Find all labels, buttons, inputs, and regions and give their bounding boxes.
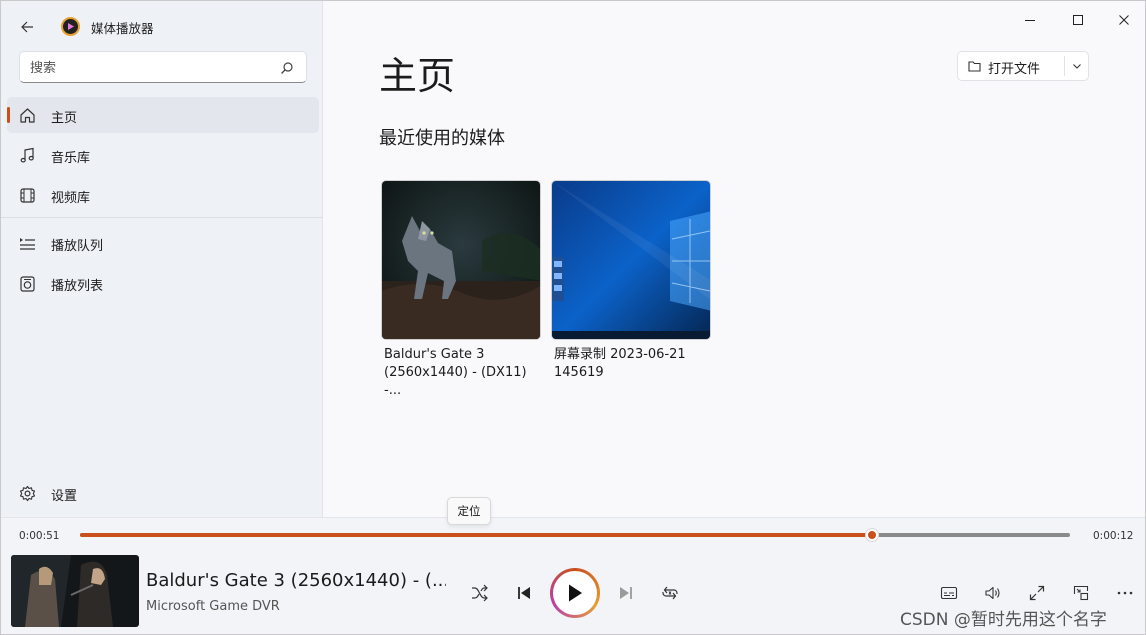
shuffle-icon xyxy=(472,584,488,602)
sidebar-item-label: 音乐库 xyxy=(51,151,91,166)
sidebar-item-playlists[interactable]: 播放列表 xyxy=(7,265,319,301)
open-file-label: 打开文件 xyxy=(988,62,1041,77)
open-file-button[interactable]: 打开文件 xyxy=(958,52,1064,80)
shuffle-button[interactable] xyxy=(463,576,497,610)
film-icon xyxy=(20,188,35,203)
gear-icon xyxy=(19,485,36,502)
section-title-recent-media: 最近使用的媒体 xyxy=(379,128,505,149)
maximize-icon xyxy=(1073,15,1083,25)
page-title: 主页 xyxy=(379,54,456,98)
media-title-line: 屏幕录制 2023-06-21 xyxy=(554,347,686,362)
recent-media-card[interactable]: Baldur's Gate 3 (2560x1440) - (DX11) -..… xyxy=(381,180,541,400)
media-title: 屏幕录制 2023-06-21 145619 xyxy=(554,346,712,382)
seek-tooltip: 定位 xyxy=(447,497,491,525)
media-title-line: Baldur's Gate 3 xyxy=(384,347,485,362)
elapsed-time: 0:00:51 xyxy=(19,530,60,542)
sidebar-item-play-queue[interactable]: 播放队列 xyxy=(7,225,319,261)
home-icon xyxy=(20,108,35,123)
playlist-icon xyxy=(20,276,35,292)
back-arrow-icon xyxy=(21,21,33,33)
media-title-line: 145619 xyxy=(554,365,604,380)
seek-slider-thumb[interactable] xyxy=(865,528,879,542)
main-content: 主页 打开文件 最近使用的媒体 Baldur's Gate 3 (2560x14… xyxy=(323,1,1145,517)
sidebar-item-label: 播放队列 xyxy=(51,239,104,254)
minimize-button[interactable] xyxy=(1007,7,1053,33)
search-input[interactable] xyxy=(30,58,270,78)
now-playing-subtitle: Microsoft Game DVR xyxy=(146,599,280,614)
seek-slider-progress xyxy=(80,533,872,537)
sidebar-divider xyxy=(1,217,323,218)
now-playing-title: Baldur's Gate 3 (2560x1440) - (... xyxy=(146,570,446,591)
search-box xyxy=(19,51,307,83)
maximize-button[interactable] xyxy=(1055,7,1101,33)
more-icon xyxy=(1117,591,1133,595)
app-logo-icon xyxy=(61,17,80,36)
play-icon xyxy=(569,584,582,602)
music-note-icon xyxy=(20,147,34,163)
sidebar-item-label: 播放列表 xyxy=(51,279,104,294)
now-playing-thumbnail[interactable] xyxy=(11,555,139,627)
next-button[interactable] xyxy=(609,576,643,610)
repeat-icon xyxy=(662,586,678,600)
captions-icon xyxy=(940,586,958,600)
watermark-text: CSDN @暂时先用这个名字 xyxy=(900,610,1107,630)
sidebar: 媒体播放器 主页 音乐库 xyxy=(1,1,323,517)
close-icon xyxy=(1119,15,1129,25)
previous-button[interactable] xyxy=(507,576,541,610)
active-indicator xyxy=(7,107,10,123)
remaining-time: 0:00:12 xyxy=(1093,530,1134,542)
open-file-split-button: 打开文件 xyxy=(957,51,1089,81)
more-options-button[interactable] xyxy=(1108,576,1142,610)
volume-icon xyxy=(985,586,1000,600)
close-button[interactable] xyxy=(1101,7,1145,33)
media-title: Baldur's Gate 3 (2560x1440) - (DX11) -..… xyxy=(384,346,542,400)
media-thumbnail xyxy=(551,180,711,340)
back-button[interactable] xyxy=(11,13,43,41)
open-file-dropdown-button[interactable] xyxy=(1065,52,1089,80)
sidebar-item-home[interactable]: 主页 xyxy=(7,97,319,133)
sidebar-item-label: 视频库 xyxy=(51,191,91,206)
next-icon xyxy=(620,587,632,599)
play-button[interactable] xyxy=(550,568,600,618)
sidebar-item-video-library[interactable]: 视频库 xyxy=(7,177,319,213)
minimize-icon xyxy=(1025,20,1035,21)
media-thumbnail xyxy=(381,180,541,340)
previous-icon xyxy=(518,587,530,599)
seek-slider[interactable] xyxy=(80,528,1070,542)
app-title: 媒体播放器 xyxy=(91,21,154,36)
mini-player-icon xyxy=(1073,585,1089,601)
media-player-window: 媒体播放器 主页 音乐库 xyxy=(0,0,1146,635)
title-bar: 媒体播放器 xyxy=(1,1,323,51)
sidebar-item-label: 设置 xyxy=(51,489,78,504)
fullscreen-icon xyxy=(1029,585,1045,601)
media-title-line: (2560x1440) - (DX11) -... xyxy=(384,365,527,398)
chevron-down-icon xyxy=(1073,64,1081,69)
repeat-button[interactable] xyxy=(653,576,687,610)
search-icon[interactable] xyxy=(280,61,294,75)
recent-media-card[interactable]: 屏幕录制 2023-06-21 145619 xyxy=(551,180,711,382)
sidebar-item-music-library[interactable]: 音乐库 xyxy=(7,137,319,173)
queue-icon xyxy=(20,238,35,250)
folder-icon xyxy=(968,61,981,72)
sidebar-item-label: 主页 xyxy=(51,111,78,126)
sidebar-item-settings[interactable]: 设置 xyxy=(7,475,319,511)
